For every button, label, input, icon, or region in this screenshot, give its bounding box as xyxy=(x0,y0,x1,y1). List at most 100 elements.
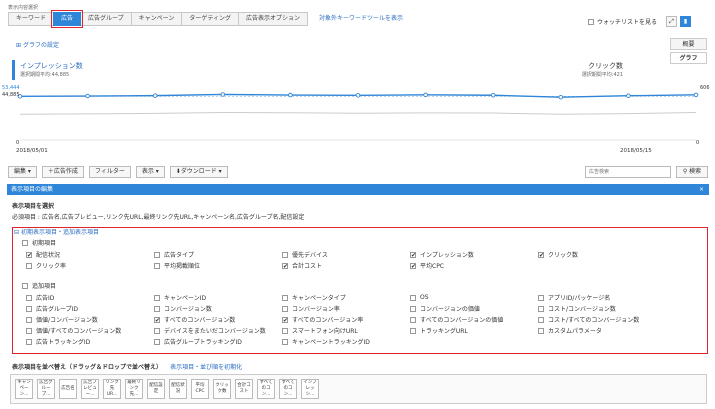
impressions-point[interactable] xyxy=(288,92,293,98)
added-column-option[interactable]: スマートフォン向けURL xyxy=(282,326,410,335)
added-column-option[interactable]: コンバージョン数 xyxy=(154,304,282,313)
added-column-option[interactable]: コスト/すべてのコンバージョン数 xyxy=(538,315,666,324)
create-ad-button[interactable]: ＋広告作成 xyxy=(41,166,84,178)
impressions-point[interactable] xyxy=(85,93,90,99)
column-checkbox[interactable] xyxy=(26,338,32,345)
download-button[interactable]: ⬇ダウンロード ▾ xyxy=(169,166,228,178)
column-checkbox[interactable] xyxy=(538,316,544,323)
column-checkbox[interactable] xyxy=(282,251,288,258)
order-chip[interactable]: 平均CPC xyxy=(191,379,209,399)
column-checkbox[interactable] xyxy=(282,262,288,269)
column-checkbox[interactable] xyxy=(154,327,160,334)
initial-column-option[interactable]: 合計コスト xyxy=(282,261,410,270)
order-chip[interactable]: キャンペーン... xyxy=(15,379,33,399)
tab-targeting[interactable]: ターゲティング xyxy=(181,12,240,26)
column-checkbox[interactable] xyxy=(154,316,160,323)
added-column-option[interactable]: 広告グループトラッキングID xyxy=(154,337,282,346)
initial-column-option[interactable]: クリック数 xyxy=(538,250,666,259)
added-column-option[interactable]: コンバージョンの価値 xyxy=(410,304,538,313)
added-column-option[interactable]: すべてのコンバージョンの価値 xyxy=(410,315,538,324)
column-checkbox[interactable] xyxy=(282,327,288,334)
column-checkbox[interactable] xyxy=(410,251,416,258)
initial-group-checkbox[interactable] xyxy=(22,239,28,246)
initial-column-option[interactable]: 平均CPC xyxy=(410,261,538,270)
column-checkbox[interactable] xyxy=(154,294,160,301)
column-checkbox[interactable] xyxy=(410,316,416,323)
order-chip[interactable]: 最終リンク先... xyxy=(125,379,143,399)
tab-keyword[interactable]: キーワード xyxy=(8,12,55,26)
column-checkbox[interactable] xyxy=(26,316,32,323)
tab-adgroup[interactable]: 広告グループ xyxy=(80,12,132,26)
order-chip[interactable]: 合計コスト xyxy=(235,379,253,399)
ad-search-input[interactable] xyxy=(585,166,671,178)
edit-button[interactable]: 編集 ▾ xyxy=(8,166,37,178)
column-checkbox[interactable] xyxy=(538,305,544,312)
initial-column-option[interactable]: 平均掲載順位 xyxy=(154,261,282,270)
column-checkbox[interactable] xyxy=(26,294,32,301)
watchlist-checkbox[interactable] xyxy=(587,18,594,25)
impressions-point[interactable] xyxy=(152,93,158,98)
added-column-option[interactable]: 広告トラッキングID xyxy=(26,337,154,346)
column-checkbox[interactable] xyxy=(26,327,32,334)
column-checkbox[interactable] xyxy=(410,305,416,312)
added-column-option[interactable]: OS xyxy=(410,293,538,302)
tab-graph[interactable]: グラフ xyxy=(670,52,707,64)
impressions-point[interactable] xyxy=(355,93,361,98)
filter-button[interactable]: フィルター xyxy=(88,166,131,178)
initial-column-option[interactable]: 配信状況 xyxy=(26,250,154,259)
order-chip[interactable]: クリック数 xyxy=(213,379,231,399)
order-chip[interactable]: リンク先UR... xyxy=(103,379,121,399)
order-chip[interactable]: すべてのコン... xyxy=(279,379,297,399)
added-column-option[interactable]: すべてのコンバージョン率 xyxy=(282,315,410,324)
added-column-option[interactable]: すべてのコンバージョン数 xyxy=(154,315,282,324)
initial-column-option[interactable]: 優先デバイス xyxy=(282,250,410,259)
tab-summary[interactable]: 概要 xyxy=(670,38,707,50)
column-checkbox[interactable] xyxy=(410,327,416,334)
added-column-option[interactable]: デバイスをまたいだコンバージョン数 xyxy=(154,326,282,335)
added-column-option[interactable]: キャンペーントラッキングID xyxy=(282,337,410,346)
added-column-option[interactable]: コンバージョン率 xyxy=(282,304,410,313)
added-column-option[interactable]: コスト/コンバージョン数 xyxy=(538,304,666,313)
initial-column-option[interactable]: インプレッション数 xyxy=(410,250,538,259)
tab-ad[interactable]: 広告 xyxy=(51,10,84,28)
reset-order-link[interactable]: 表示項目・並び順を初期化 xyxy=(170,364,242,371)
impressions-point[interactable] xyxy=(220,92,226,97)
column-checkbox[interactable] xyxy=(538,294,544,301)
tab-campaign[interactable]: キャンペーン xyxy=(130,12,183,26)
close-icon[interactable]: × xyxy=(699,184,704,195)
column-checkbox[interactable] xyxy=(154,262,160,269)
order-chip[interactable]: インプレッシ... xyxy=(301,379,319,399)
column-checkbox[interactable] xyxy=(282,305,288,312)
impressions-point[interactable] xyxy=(490,92,496,98)
order-chip[interactable]: 配信状況 xyxy=(169,379,187,399)
initial-column-option[interactable]: 広告タイプ xyxy=(154,250,282,259)
impressions-point[interactable] xyxy=(558,94,564,100)
column-checkbox[interactable] xyxy=(26,305,32,312)
impressions-point[interactable] xyxy=(693,92,699,98)
added-column-option[interactable]: トラッキングURL xyxy=(410,326,538,335)
added-column-option[interactable]: カスタムパラメータ xyxy=(538,326,666,335)
order-chip[interactable]: すべてのコン... xyxy=(257,379,275,399)
graph-settings[interactable]: ⊞ グラフの設定 xyxy=(16,40,59,49)
column-checkbox[interactable] xyxy=(410,294,416,301)
chart-icon[interactable]: ▮ xyxy=(680,16,691,27)
added-column-option[interactable]: 価値/すべてのコンバージョン数 xyxy=(26,326,154,335)
column-checkbox[interactable] xyxy=(26,251,32,258)
column-checkbox[interactable] xyxy=(282,316,288,323)
display-button[interactable]: 表示 ▾ xyxy=(135,166,165,178)
search-button[interactable]: ⚲ 検索 xyxy=(676,166,708,178)
negative-keyword-tool-link[interactable]: 対象外キーワードツールを表示 xyxy=(319,12,403,26)
column-checkbox[interactable] xyxy=(538,251,544,258)
column-checkbox[interactable] xyxy=(282,294,288,301)
tab-ad-extension[interactable]: 広告表示オプション xyxy=(238,12,309,26)
column-checkbox[interactable] xyxy=(538,327,544,334)
order-chip[interactable]: 広告グループ... xyxy=(37,379,55,399)
column-checkbox[interactable] xyxy=(154,338,160,345)
impressions-point[interactable] xyxy=(626,93,631,98)
added-group-checkbox[interactable] xyxy=(22,282,28,289)
column-checkbox[interactable] xyxy=(410,262,416,269)
column-checkbox[interactable] xyxy=(154,251,160,258)
order-chip[interactable]: 広告プレビュー... xyxy=(81,379,99,399)
order-chip[interactable]: 配信設定 xyxy=(147,379,165,399)
column-checkbox[interactable] xyxy=(26,262,32,269)
